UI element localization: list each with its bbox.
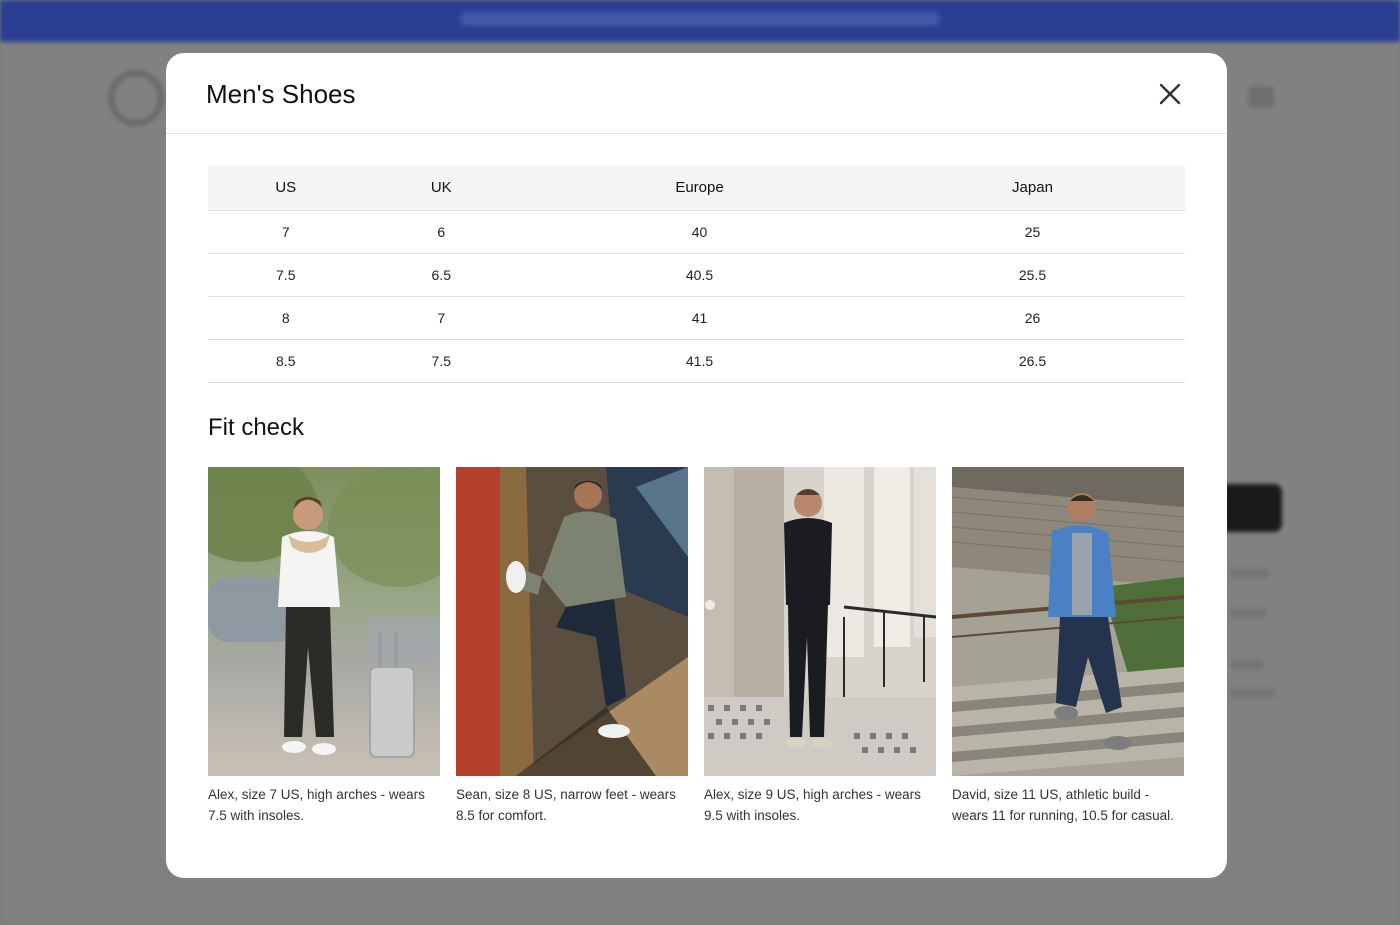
fit-caption: David, size 11 US, athletic build - wear… <box>952 787 1174 823</box>
table-cell: 41 <box>519 296 880 340</box>
table-row: 8.5 7.5 41.5 26.5 <box>208 339 1185 383</box>
table-row: 8 7 41 26 <box>208 296 1185 340</box>
table-row: 7.5 6.5 40.5 25.5 <box>208 253 1185 297</box>
column-header-europe: Europe <box>519 165 880 211</box>
table-cell: 40.5 <box>519 253 880 297</box>
bg-text-line <box>1230 660 1264 670</box>
logo-icon <box>108 70 164 126</box>
table-cell: 25.5 <box>879 253 1185 297</box>
column-header-us: US <box>208 165 364 211</box>
bg-text-line <box>1230 568 1270 578</box>
table-cell: 6.5 <box>363 253 520 297</box>
close-icon[interactable] <box>1157 81 1183 107</box>
table-cell: 40 <box>519 210 880 254</box>
table-cell: 7 <box>363 296 520 340</box>
table-cell: 26 <box>879 296 1185 340</box>
table-cell: 8 <box>208 296 364 340</box>
fit-card: Alex, size 9 US, high arches - wears 9.5… <box>704 467 936 826</box>
table-cell: 8.5 <box>208 339 364 383</box>
fit-check-gallery: Alex, size 7 US, high arches - wears 7.5… <box>208 467 1185 826</box>
fit-card: Sean, size 8 US, narrow feet - wears 8.5… <box>456 467 688 826</box>
fit-card: David, size 11 US, athletic build - wear… <box>952 467 1184 826</box>
bg-text-line <box>1230 688 1276 698</box>
bg-text-line <box>1230 608 1266 618</box>
table-cell: 7 <box>208 210 364 254</box>
size-conversion-table: US UK Europe Japan 7 6 40 25 7.5 6.5 40.… <box>208 165 1185 383</box>
table-cell: 25 <box>879 210 1185 254</box>
size-chart-modal: Men's Shoes US UK Europe Japan 7 6 40 25 <box>166 53 1227 878</box>
table-row: 7 6 40 25 <box>208 210 1185 254</box>
table-cell: 7.5 <box>363 339 520 383</box>
fit-photo-alex-street[interactable] <box>208 467 440 776</box>
table-cell: 26.5 <box>879 339 1185 383</box>
fit-caption: Alex, size 7 US, high arches - wears 7.5… <box>208 787 425 823</box>
cart-icon <box>1248 86 1274 108</box>
fit-card: Alex, size 7 US, high arches - wears 7.5… <box>208 467 440 826</box>
banner-text-placeholder <box>460 12 940 26</box>
fit-caption: Alex, size 9 US, high arches - wears 9.5… <box>704 787 921 823</box>
fit-photo-alex-columns[interactable] <box>704 467 936 776</box>
table-cell: 6 <box>363 210 520 254</box>
fit-photo-david-stairs[interactable] <box>952 467 1184 776</box>
table-header-row: US UK Europe Japan <box>208 165 1185 211</box>
announcement-banner <box>0 0 1400 42</box>
modal-header: Men's Shoes <box>166 53 1227 134</box>
column-header-uk: UK <box>363 165 520 211</box>
modal-title: Men's Shoes <box>206 79 356 109</box>
fit-check-heading: Fit check <box>208 414 305 441</box>
fit-caption: Sean, size 8 US, narrow feet - wears 8.5… <box>456 787 676 823</box>
column-header-japan: Japan <box>879 165 1185 211</box>
table-cell: 7.5 <box>208 253 364 297</box>
fit-photo-sean-wall[interactable] <box>456 467 688 776</box>
table-cell: 41.5 <box>519 339 880 383</box>
